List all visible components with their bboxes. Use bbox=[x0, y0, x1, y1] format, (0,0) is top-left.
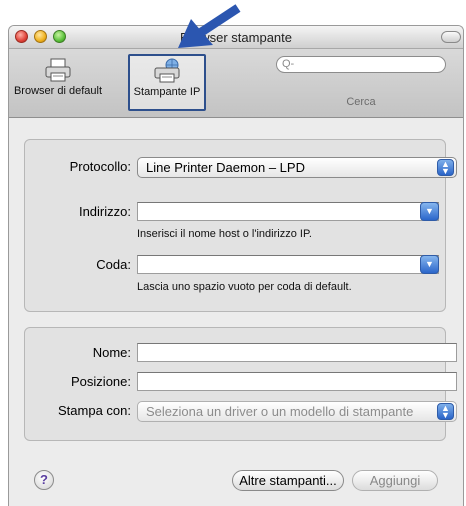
tab-default-browser-label: Browser di default bbox=[13, 85, 103, 97]
print-with-select: Seleziona un driver o un modello di stam… bbox=[137, 401, 457, 422]
protocol-select[interactable]: Line Printer Daemon – LPD ▲ ▼ bbox=[137, 157, 457, 178]
print-with-select-value: Seleziona un driver o un modello di stam… bbox=[146, 404, 414, 419]
protocol-label: Protocollo: bbox=[69, 159, 131, 174]
location-label: Posizione: bbox=[71, 374, 131, 389]
callout-arrow-icon bbox=[178, 4, 241, 48]
search-label: Cerca bbox=[346, 96, 376, 108]
printer-details-group: Nome: Posizione: Stampa con: Seleziona u… bbox=[24, 327, 457, 441]
queue-field[interactable]: ▼ bbox=[137, 255, 439, 274]
print-with-label: Stampa con: bbox=[58, 403, 131, 418]
more-printers-button[interactable]: Altre stampanti... bbox=[232, 470, 344, 491]
location-field[interactable] bbox=[137, 372, 457, 391]
queue-hint: Lascia uno spazio vuoto per coda di defa… bbox=[137, 281, 352, 293]
protocol-select-value: Line Printer Daemon – LPD bbox=[146, 160, 305, 175]
popup-arrows-icon: ▲ ▼ bbox=[437, 403, 454, 420]
queue-label: Coda: bbox=[96, 257, 131, 272]
help-button[interactable]: ? bbox=[34, 470, 54, 490]
queue-dropdown-arrow-icon[interactable]: ▼ bbox=[420, 255, 439, 274]
name-field[interactable] bbox=[137, 343, 457, 362]
address-label: Indirizzo: bbox=[78, 204, 131, 219]
popup-arrows-icon: ▲ ▼ bbox=[437, 159, 454, 176]
address-dropdown-arrow-icon[interactable]: ▼ bbox=[420, 202, 439, 221]
address-field[interactable]: ▼ bbox=[137, 202, 439, 221]
add-button: Aggiungi bbox=[352, 470, 438, 491]
connection-settings-group: Protocollo: Line Printer Daemon – LPD ▲ ▼… bbox=[24, 139, 457, 312]
tab-ip-printer-label: Stampante IP bbox=[133, 86, 201, 98]
name-label: Nome: bbox=[92, 345, 131, 360]
address-hint: Inserisci il nome host o l'indirizzo IP. bbox=[137, 228, 312, 240]
